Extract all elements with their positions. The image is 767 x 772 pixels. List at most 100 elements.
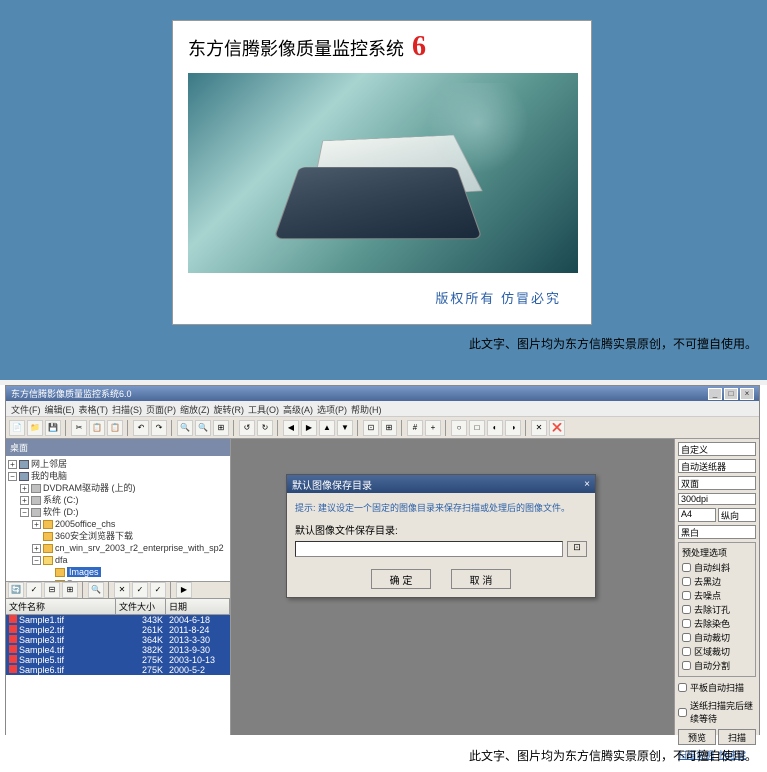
dpi-select[interactable]: 300dpi <box>678 493 756 505</box>
toolbar-btn-34[interactable]: ✕ <box>531 420 547 436</box>
tree-node[interactable]: +cn_win_srv_2003_r2_enterprise_with_sp2 <box>8 542 228 554</box>
preprocess-check-0[interactable]: 自动纠斜 <box>682 561 752 574</box>
toolbar-btn-23[interactable]: ⊡ <box>363 420 379 436</box>
preprocess-check-4[interactable]: 去除染色 <box>682 617 752 630</box>
preprocess-check-3[interactable]: 去除订孔 <box>682 603 752 616</box>
toolbar-btn-5[interactable]: 📋 <box>89 420 105 436</box>
tree-node[interactable]: −dfa <box>8 554 228 566</box>
side-select[interactable]: 双面 <box>678 476 756 490</box>
tree-node[interactable]: −软件 (D:) <box>8 506 228 518</box>
menu-item-9[interactable]: 选项(P) <box>317 403 347 414</box>
toolbar-btn-1[interactable]: 📁 <box>27 420 43 436</box>
menu-item-5[interactable]: 缩放(Z) <box>180 403 210 414</box>
tree-tool-5[interactable]: 🔍 <box>88 582 104 598</box>
tree-node[interactable]: +2005office_chs <box>8 518 228 530</box>
toolbar-btn-32[interactable]: ◑ <box>505 420 521 436</box>
menu-item-3[interactable]: 扫描(S) <box>112 403 142 414</box>
toolbar-btn-2[interactable]: 💾 <box>45 420 61 436</box>
toolbar-btn-16[interactable]: ↻ <box>257 420 273 436</box>
scanner-select[interactable]: 自定义 <box>678 442 756 456</box>
menu-item-8[interactable]: 高级(A) <box>283 403 313 414</box>
tree-tool-3[interactable]: ⊞ <box>62 582 78 598</box>
menu-item-2[interactable]: 表格(T) <box>79 403 109 414</box>
menu-item-6[interactable]: 旋转(R) <box>214 403 245 414</box>
tree-tool-0[interactable]: 🔄 <box>8 582 24 598</box>
toolbar-btn-13[interactable]: ⊞ <box>213 420 229 436</box>
splash-copyright: 版权所有 仿冒必究 <box>173 273 591 322</box>
toolbar-btn-15[interactable]: ↺ <box>239 420 255 436</box>
dialog-cancel-button[interactable]: 取 消 <box>451 569 511 589</box>
dialog-titlebar[interactable]: 默认图像保存目录 × <box>287 475 595 493</box>
toolbar-btn-30[interactable]: □ <box>469 420 485 436</box>
file-row[interactable]: Sample1.tif343K2004-6-18 <box>6 615 230 625</box>
tree-node[interactable]: +系统 (C:) <box>8 494 228 506</box>
folder-tree[interactable]: +网上邻居−我的电脑+DVDRAM驱动器 (上的)+系统 (C:)−软件 (D:… <box>6 456 230 581</box>
col-filename[interactable]: 文件名称 <box>6 599 116 614</box>
toolbar-btn-29[interactable]: ○ <box>451 420 467 436</box>
file-list-header: 文件名称 文件大小 日期 <box>6 599 230 615</box>
toolbar-btn-21[interactable]: ▼ <box>337 420 353 436</box>
toolbar-btn-4[interactable]: ✂ <box>71 420 87 436</box>
tree-tool-9[interactable]: ✓ <box>150 582 166 598</box>
dialog-ok-button[interactable]: 确 定 <box>371 569 431 589</box>
continue-wait-check[interactable]: 送纸扫描完后继续等待 <box>678 699 756 725</box>
file-row[interactable]: Sample4.tif382K2013-9-30 <box>6 645 230 655</box>
browse-button[interactable]: ⊡ <box>567 541 587 557</box>
scan-button[interactable]: 扫描 <box>718 729 756 745</box>
preprocess-check-1[interactable]: 去黑边 <box>682 575 752 588</box>
toolbar-btn-0[interactable]: 📄 <box>9 420 25 436</box>
col-filesize[interactable]: 文件大小 <box>116 599 166 614</box>
maximize-button[interactable]: □ <box>724 388 738 400</box>
titlebar[interactable]: 东方信腾影像质量监控系统6.0 _ □ × <box>6 386 759 401</box>
toolbar-btn-35[interactable]: ❌ <box>549 420 565 436</box>
menu-item-0[interactable]: 文件(F) <box>11 403 41 414</box>
tree-tool-11[interactable]: ▶ <box>176 582 192 598</box>
toolbar-btn-31[interactable]: ◐ <box>487 420 503 436</box>
flat-auto-check[interactable]: 平板自动扫描 <box>678 681 756 694</box>
save-path-input[interactable] <box>295 541 563 557</box>
preprocess-check-2[interactable]: 去噪点 <box>682 589 752 602</box>
tree-tool-7[interactable]: ✕ <box>114 582 130 598</box>
toolbar-btn-6[interactable]: 📋 <box>107 420 123 436</box>
menu-item-7[interactable]: 工具(O) <box>248 403 279 414</box>
toolbar-btn-27[interactable]: + <box>425 420 441 436</box>
canvas-area[interactable]: 默认图像保存目录 × 提示: 建议设定一个固定的图像目录来保存扫描或处理后的图像… <box>231 439 674 735</box>
preprocess-check-6[interactable]: 区域裁切 <box>682 645 752 658</box>
tree-tool-8[interactable]: ✓ <box>132 582 148 598</box>
tree-node[interactable]: Images <box>8 566 228 578</box>
file-row[interactable]: Sample6.tif275K2000-5-2 <box>6 665 230 675</box>
tree-tool-1[interactable]: ✓ <box>26 582 42 598</box>
preprocess-check-5[interactable]: 自动裁切 <box>682 631 752 644</box>
toolbar-btn-11[interactable]: 🔍 <box>177 420 193 436</box>
tree-node[interactable]: 360安全浏览器下载 <box>8 530 228 542</box>
minimize-button[interactable]: _ <box>708 388 722 400</box>
close-button[interactable]: × <box>740 388 754 400</box>
tree-node[interactable]: +网上邻居 <box>8 458 228 470</box>
toolbar-btn-26[interactable]: # <box>407 420 423 436</box>
file-row[interactable]: Sample5.tif275K2003-10-13 <box>6 655 230 665</box>
toolbar-btn-20[interactable]: ▲ <box>319 420 335 436</box>
tree-node[interactable]: +DVDRAM驱动器 (上的) <box>8 482 228 494</box>
toolbar-btn-24[interactable]: ⊞ <box>381 420 397 436</box>
toolbar-btn-18[interactable]: ◀ <box>283 420 299 436</box>
color-select[interactable]: 黑白 <box>678 525 756 539</box>
menu-item-4[interactable]: 页面(P) <box>146 403 176 414</box>
menu-item-1[interactable]: 编辑(E) <box>45 403 75 414</box>
orient-select[interactable]: 纵向 <box>718 508 756 522</box>
toolbar-btn-9[interactable]: ↷ <box>151 420 167 436</box>
file-list[interactable]: Sample1.tif343K2004-6-18Sample2.tif261K2… <box>6 615 230 736</box>
dialog-close-icon[interactable]: × <box>584 479 590 490</box>
preview-button[interactable]: 预览 <box>678 729 716 745</box>
file-row[interactable]: Sample3.tif364K2013-3-30 <box>6 635 230 645</box>
feeder-select[interactable]: 自动送纸器 <box>678 459 756 473</box>
tree-node[interactable]: −我的电脑 <box>8 470 228 482</box>
preprocess-check-7[interactable]: 自动分割 <box>682 659 752 672</box>
toolbar-btn-8[interactable]: ↶ <box>133 420 149 436</box>
menu-item-10[interactable]: 帮助(H) <box>351 403 382 414</box>
paper-select[interactable]: A4 <box>678 508 716 522</box>
tree-tool-2[interactable]: ⊟ <box>44 582 60 598</box>
toolbar-btn-12[interactable]: 🔍 <box>195 420 211 436</box>
col-date[interactable]: 日期 <box>166 599 230 614</box>
file-row[interactable]: Sample2.tif261K2011-8-24 <box>6 625 230 635</box>
toolbar-btn-19[interactable]: ▶ <box>301 420 317 436</box>
